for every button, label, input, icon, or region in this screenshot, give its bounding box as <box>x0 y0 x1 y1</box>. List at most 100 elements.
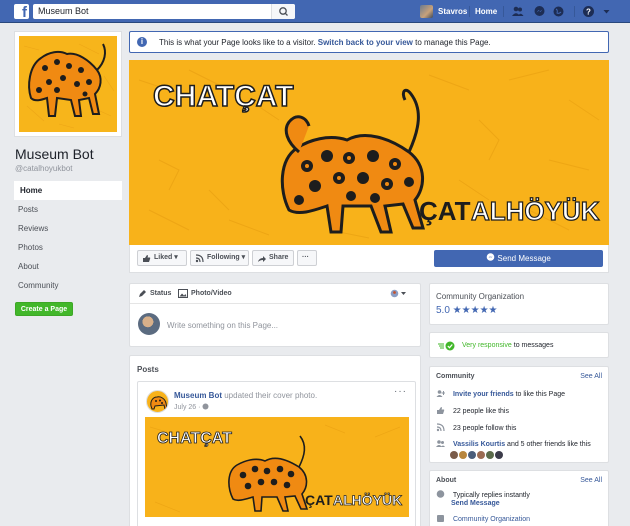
user-name-link[interactable]: Stavros <box>438 7 467 16</box>
cover-title-left: CHATÇAT <box>153 80 294 113</box>
cover-artwork-thumbnail: CHATÇAT ÇAT ALHÖYÜK <box>149 424 403 513</box>
create-page-button[interactable]: Create a Page <box>15 302 73 316</box>
post-date-label: July 26 · <box>174 404 201 411</box>
search-icon <box>279 7 288 16</box>
cover-title-right-b: ALHÖYÜK <box>471 196 600 226</box>
category-row: Community Organization <box>436 514 530 523</box>
sidebar-item-about[interactable]: About <box>14 257 122 276</box>
banner-text-after: to manage this Page. <box>415 38 491 47</box>
about-category-link[interactable]: Community Organization <box>453 516 530 523</box>
post-author-line: Museum Bot updated their cover photo. <box>174 391 317 400</box>
posts-section: Posts Museum Bot updated their cover pho… <box>129 355 421 526</box>
invite-friends-link[interactable]: Invite your friends <box>453 391 514 398</box>
friends-icon <box>436 440 445 447</box>
page-rating[interactable]: 5.0 ★★★★★ <box>436 305 498 316</box>
composer-input[interactable]: Write something on this Page... <box>167 321 278 330</box>
friend-requests-icon[interactable] <box>511 5 524 18</box>
sidebar-item-posts[interactable]: Posts <box>14 200 122 219</box>
send-message-label: Send Message <box>497 254 551 263</box>
cover-artwork: CHATÇAT ÇAT ALHÖYÜK <box>138 69 600 239</box>
page-action-bar: Liked ▾ Following ▾ Share ··· Send Messa… <box>129 245 609 273</box>
thumb-title-right-b: ALHÖYÜK <box>333 492 402 508</box>
tag-icon <box>437 515 444 522</box>
avatar[interactable] <box>450 451 458 459</box>
responsive-highlight: Very responsive <box>462 342 512 349</box>
home-link[interactable]: Home <box>475 7 497 16</box>
page-username[interactable]: @catalhoyukbot <box>15 164 73 173</box>
liked-button[interactable]: Liked ▾ <box>137 250 187 266</box>
switch-view-link[interactable]: Switch back to your view <box>318 38 413 47</box>
about-card: About See All Typically replies instantl… <box>429 470 609 526</box>
tab-photo-video[interactable]: Photo/Video <box>191 290 232 297</box>
post-timestamp[interactable]: July 26 · <box>174 403 209 411</box>
friend-name-link[interactable]: Vassilis Kourtis <box>453 441 505 448</box>
divider <box>574 6 575 17</box>
page-title: Museum Bot <box>15 146 94 162</box>
info-icon: i <box>137 37 147 47</box>
more-options-button[interactable]: ··· <box>297 250 317 266</box>
composer-tabs: Status Photo/Video <box>130 284 420 304</box>
about-send-message-link[interactable]: Send Message <box>451 500 500 507</box>
invite-row: Invite your friends to like this Page <box>436 389 565 398</box>
avatar[interactable] <box>486 451 494 459</box>
profile-picture[interactable] <box>14 31 122 137</box>
following-label: Following <box>207 254 240 261</box>
leopard-illustration <box>23 43 115 129</box>
post-cover-image[interactable]: CHATÇAT ÇAT ALHÖYÜK <box>145 417 409 517</box>
posts-heading: Posts <box>137 365 159 374</box>
svg-text:?: ? <box>586 8 591 17</box>
globe-notifications-icon[interactable] <box>552 5 565 18</box>
post-options-button[interactable]: ··· <box>394 386 407 397</box>
sidebar-item-reviews[interactable]: Reviews <box>14 219 122 238</box>
search-button[interactable] <box>271 4 295 19</box>
community-see-all-link[interactable]: See All <box>580 373 602 380</box>
share-button[interactable]: Share <box>252 250 294 266</box>
chat-bubble-icon <box>436 490 445 498</box>
messenger-icon <box>486 253 495 261</box>
avatar[interactable] <box>146 390 169 413</box>
sidebar-item-photos[interactable]: Photos <box>14 238 122 257</box>
post-author-link[interactable]: Museum Bot <box>174 391 222 400</box>
invite-friends-icon <box>436 390 445 397</box>
avatar[interactable] <box>459 451 467 459</box>
cover-photo[interactable]: CHATÇAT ÇAT ALHÖYÜK <box>129 60 609 245</box>
help-icon[interactable]: ? <box>582 5 595 18</box>
invite-rest: to like this Page <box>515 391 566 398</box>
thumb-title-right-a: ÇAT <box>305 492 333 508</box>
post-card: Museum Bot updated their cover photo. Ju… <box>137 381 416 526</box>
facebook-logo-icon[interactable]: f <box>14 4 29 19</box>
category-rating-card: Community Organization 5.0 ★★★★★ <box>429 283 609 325</box>
tab-status[interactable]: Status <box>150 290 171 297</box>
chevron-down-icon[interactable] <box>600 5 613 18</box>
visitor-view-banner: i This is what your Page looks like to a… <box>129 31 609 53</box>
divider <box>469 6 470 17</box>
send-message-button[interactable]: Send Message <box>434 250 603 267</box>
avatar[interactable] <box>477 451 485 459</box>
search-input-value: Museum Bot <box>38 6 89 16</box>
cover-title-right-a: ÇAT <box>419 196 471 226</box>
search-input[interactable]: Museum Bot <box>33 4 295 19</box>
rss-feed-icon <box>436 423 445 432</box>
avatar[interactable] <box>495 451 503 459</box>
friend-rest: and 5 other friends like this <box>507 441 591 448</box>
sidebar-item-home[interactable]: Home <box>14 181 122 200</box>
page-category[interactable]: Community Organization <box>436 292 524 301</box>
responsive-badge-icon <box>438 341 455 351</box>
audience-selector-icon[interactable] <box>390 289 408 298</box>
replies-text: Typically replies instantly <box>452 492 530 499</box>
follows-count: 23 people follow this <box>452 425 517 432</box>
avatar <box>138 313 160 335</box>
sidebar-item-community[interactable]: Community <box>14 276 122 295</box>
likes-row: 22 people like this <box>436 406 509 415</box>
friend-avatars <box>450 451 504 461</box>
following-button[interactable]: Following ▾ <box>190 250 249 266</box>
thumb-title-left: CHATÇAT <box>157 430 232 447</box>
community-heading: Community <box>436 373 475 380</box>
about-see-all-link[interactable]: See All <box>580 477 602 484</box>
avatar[interactable] <box>468 451 476 459</box>
community-card: Community See All Invite your friends to… <box>429 366 609 463</box>
divider <box>503 6 504 17</box>
messenger-icon[interactable] <box>533 5 546 18</box>
responsiveness-text: Very responsive to messages <box>462 342 553 349</box>
user-avatar[interactable] <box>420 5 433 18</box>
